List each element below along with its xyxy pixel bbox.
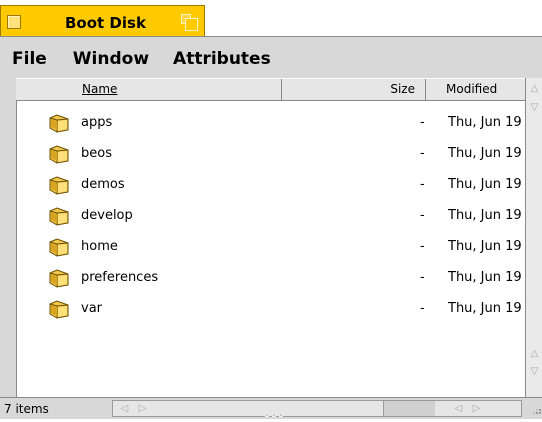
file-row[interactable]: var - Thu, Jun 19 <box>17 299 526 319</box>
file-row[interactable]: develop - Thu, Jun 19 <box>17 206 526 226</box>
scroll-left-arrow-icon[interactable]: ◁ <box>117 401 132 416</box>
scroll-thumb-grip-icon[interactable] <box>265 406 295 417</box>
menu-window[interactable]: Window <box>65 44 167 74</box>
column-header-size[interactable]: Size <box>282 79 426 100</box>
file-modified: Thu, Jun 19 <box>448 301 522 316</box>
file-row[interactable]: demos - Thu, Jun 19 <box>17 175 526 195</box>
status-bar: 7 items ◁ ▷ ◁ ▷ <box>0 397 542 419</box>
menu-file[interactable]: File <box>12 44 65 74</box>
file-modified: Thu, Jun 19 <box>448 177 522 192</box>
folder-icon[interactable] <box>48 300 70 319</box>
file-size: - <box>420 239 425 254</box>
column-header: Name Size Modified <box>16 78 525 101</box>
scroll-left-arrow-icon[interactable]: ◁ <box>451 401 466 416</box>
folder-icon[interactable] <box>48 176 70 195</box>
file-size: - <box>420 270 425 285</box>
file-modified: Thu, Jun 19 <box>448 270 522 285</box>
file-size: - <box>420 115 425 130</box>
close-box-icon[interactable] <box>7 15 21 29</box>
column-header-modified[interactable]: Modified <box>426 79 525 100</box>
file-modified: Thu, Jun 19 <box>448 115 522 130</box>
item-count: 7 items <box>4 402 49 416</box>
file-size: - <box>420 208 425 223</box>
file-name: demos <box>81 177 125 192</box>
file-name: var <box>81 301 103 316</box>
file-size: - <box>420 146 425 161</box>
resize-handle-icon[interactable] <box>525 399 542 418</box>
file-modified: Thu, Jun 19 <box>448 146 522 161</box>
file-name: home <box>81 239 118 254</box>
scroll-up-arrow-icon[interactable]: △ <box>527 81 542 97</box>
file-row[interactable]: beos - Thu, Jun 19 <box>17 144 526 164</box>
column-header-name[interactable]: Name <box>16 79 282 100</box>
file-row[interactable]: preferences - Thu, Jun 19 <box>17 268 526 288</box>
window-title-tab[interactable]: Boot Disk <box>0 5 205 36</box>
file-modified: Thu, Jun 19 <box>448 208 522 223</box>
folder-icon[interactable] <box>48 238 70 257</box>
scroll-right-arrow-icon[interactable]: ▷ <box>469 401 484 416</box>
window-title: Boot Disk <box>65 14 146 32</box>
zoom-box-icon[interactable] <box>181 14 198 31</box>
file-name: develop <box>81 208 133 223</box>
folder-icon[interactable] <box>48 207 70 226</box>
folder-icon[interactable] <box>48 145 70 164</box>
file-name: apps <box>81 115 113 130</box>
horizontal-scrollbar[interactable]: ◁ ▷ ◁ ▷ <box>112 400 522 417</box>
scroll-down-arrow-icon[interactable]: ▽ <box>527 100 542 116</box>
scroll-down-arrow-icon[interactable]: ▽ <box>527 364 542 380</box>
folder-icon[interactable] <box>48 114 70 133</box>
vertical-scrollbar[interactable]: △ ▽ △ ▽ <box>525 78 542 397</box>
file-list: apps - Thu, Jun 19 beos - Thu, Jun 19 de… <box>16 101 525 397</box>
file-name: preferences <box>81 270 159 285</box>
menu-attributes[interactable]: Attributes <box>167 44 289 74</box>
file-modified: Thu, Jun 19 <box>448 239 522 254</box>
scroll-track-segment[interactable] <box>383 401 435 416</box>
scroll-up-arrow-icon[interactable]: △ <box>527 346 542 362</box>
menubar: File Window Attributes <box>12 44 289 74</box>
scroll-right-arrow-icon[interactable]: ▷ <box>135 401 150 416</box>
file-size: - <box>420 177 425 192</box>
folder-icon[interactable] <box>48 269 70 288</box>
file-size: - <box>420 301 425 316</box>
file-row[interactable]: apps - Thu, Jun 19 <box>17 113 526 133</box>
file-row[interactable]: home - Thu, Jun 19 <box>17 237 526 257</box>
file-name: beos <box>81 146 112 161</box>
